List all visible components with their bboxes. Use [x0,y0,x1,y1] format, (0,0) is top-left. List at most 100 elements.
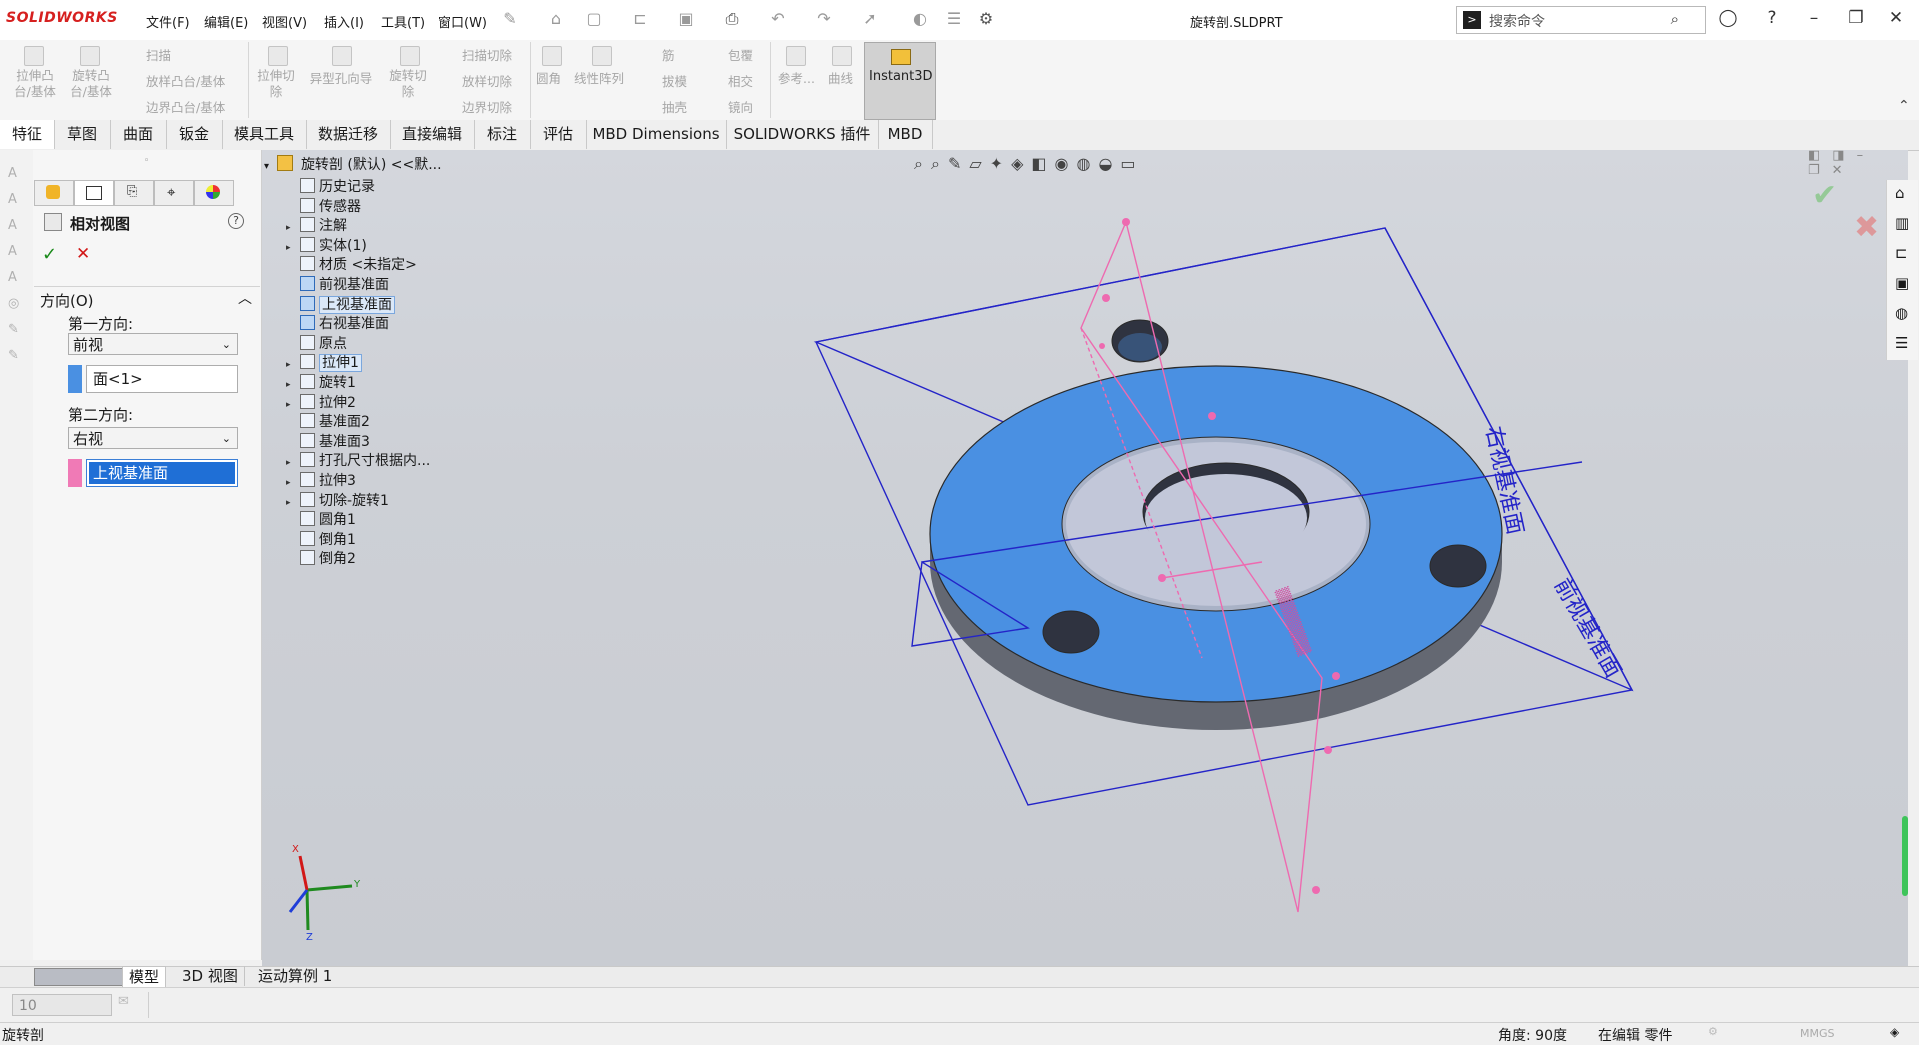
ok-checkmark-button[interactable]: ✓ [42,244,57,265]
shell-button[interactable]: 抽壳 [662,97,687,116]
pm-tab-configuration[interactable]: ⎘ [114,180,154,206]
dynamic-annotation-icon[interactable]: ✦ [990,154,1011,173]
previous-view-icon[interactable]: ✎ [948,154,969,173]
view-settings-icon[interactable]: ▭ [1120,154,1143,173]
reference-geometry-button[interactable]: 参考... [778,68,815,87]
close-window-button[interactable]: ✕ [1884,8,1908,28]
pm-tab-display[interactable] [194,180,234,206]
viewport-restore-icon[interactable]: ❐ [1808,163,1832,178]
intersect-button[interactable]: 相交 [728,71,753,90]
graphics-area[interactable]: ▒▒▒▒▒▒▒ 右视基准面 前视基准面 X Y Z ⌕⌕✎▱✦◈◧◉◍◒▭ ◧◨… [262,148,1918,966]
redo-icon[interactable]: ↷ [814,9,834,29]
rebuild-icon[interactable]: ◐ [910,9,930,29]
menu-tools[interactable]: 工具(T) [381,12,425,31]
zoom-value-select[interactable]: 10 [12,994,112,1016]
sketch-tool-icon[interactable]: A [8,218,17,233]
tab-surfaces[interactable]: 曲面 [110,120,167,149]
confirm-corner-cancel-icon[interactable]: ✖ [1854,210,1879,245]
collapse-section-icon[interactable]: ︿ [238,288,252,308]
loft-button[interactable]: 放样凸台/基体 [146,71,225,90]
cancel-x-button[interactable]: ✕ [76,244,90,264]
tree-item-chamfer2[interactable]: 倒角2 [286,548,486,570]
undo-icon[interactable]: ↶ [768,9,788,29]
sketch-tool-icon[interactable]: ✎ [8,322,19,337]
search-icon[interactable]: ⌕ [1671,10,1679,28]
open-icon[interactable]: ⊏ [630,9,650,29]
view-palette-icon[interactable]: ▣ [1895,274,1909,292]
revolve-cut-button[interactable]: 旋转切除 [386,68,430,100]
viewport-next-icon[interactable]: ◨ [1832,148,1856,163]
tab-scroll-buttons[interactable] [34,968,124,986]
help-icon[interactable]: ? [1760,8,1784,28]
restore-button[interactable]: ❐ [1844,8,1868,28]
status-units[interactable]: MMGS [1800,1027,1835,1040]
display-style-icon[interactable]: ◧ [1031,154,1054,173]
menu-edit[interactable]: 编辑(E) [204,12,248,31]
sketch-tool-icon[interactable]: A [8,166,17,181]
tab-mbd-dimensions[interactable]: MBD Dimensions [586,120,727,149]
tab-evaluate[interactable]: 评估 [530,120,587,149]
help-icon[interactable]: ? [228,213,244,229]
select-icon[interactable]: ➚ [860,9,880,29]
viewport-window-controls[interactable]: ◧◨– ❐✕ [1808,148,1908,178]
tab-sheet-metal[interactable]: 钣金 [166,120,223,149]
hide-show-icon[interactable]: ◉ [1055,154,1077,173]
user-icon[interactable]: ◯ [1716,8,1740,28]
linear-pattern-button[interactable]: 线性阵列 [574,68,624,87]
menu-file[interactable]: 文件(F) [146,12,190,31]
second-face-selection-box[interactable]: 上视基准面 [86,459,238,487]
extrude-cut-button[interactable]: 拉伸切除 [254,68,298,100]
search-input[interactable]: 搜索命令 [1489,11,1545,31]
sketch-tool-icon[interactable]: A [8,244,17,259]
tab-mold-tools[interactable]: 模具工具 [222,120,307,149]
tab-motion-study[interactable]: 运动算例 1 [252,966,338,986]
menu-view[interactable]: 视图(V) [262,12,307,31]
resources-icon[interactable]: ▥ [1895,214,1909,232]
tab-data-migration[interactable]: 数据迁移 [306,120,391,149]
first-face-selection-box[interactable]: 面<1> [86,365,238,393]
customize-status-icon[interactable]: ◈ [1890,1025,1899,1039]
edit-appearance-icon[interactable]: ◍ [1076,154,1098,173]
rib-button[interactable]: 筋 [662,45,675,64]
instant3d-button[interactable]: Instant3D [864,42,936,120]
collapse-ribbon-icon[interactable]: ⌃ [1898,98,1910,114]
extrude-boss-button[interactable]: 拉伸凸台/基体 [10,68,60,100]
new-document-icon[interactable]: ▢ [584,9,604,29]
tab-sketch[interactable]: 草图 [54,120,111,149]
home-icon[interactable]: ⌂ [1895,184,1905,202]
home-icon[interactable]: ⌂ [546,9,566,29]
hole-wizard-button[interactable]: 异型孔向导 [306,68,376,87]
solidworks-logo[interactable]: SOLIDWORKS [6,10,118,26]
comment-icon[interactable]: ✉ [118,994,129,1009]
panel-handle-icon[interactable]: ◦ [144,156,149,166]
tab-direct-editing[interactable]: 直接编辑 [390,120,475,149]
fillet-button[interactable]: 圆角 [536,68,561,87]
wrap-button[interactable]: 包覆 [728,45,753,64]
appearances-icon[interactable]: ◍ [1895,304,1908,322]
confirm-corner-check-icon[interactable]: ✔ [1812,178,1837,213]
tree-root[interactable]: ▾ 旋转剖 (默认) <<默... [264,154,454,176]
mirror-button[interactable]: 镜向 [728,97,753,116]
tab-solidworks-addins[interactable]: SOLIDWORKS 插件 [726,120,879,149]
revolve-boss-button[interactable]: 旋转凸台/基体 [66,68,116,100]
custom-properties-icon[interactable]: ☰ [1895,334,1908,352]
rebuild-indicator-icon[interactable]: ⚙ [1708,1025,1718,1038]
heads-up-view-toolbar[interactable]: ⌕⌕✎▱✦◈◧◉◍◒▭ [914,154,1144,174]
apply-scene-icon[interactable]: ◒ [1098,154,1120,173]
second-direction-select[interactable]: 右视 ⌄ [68,427,238,449]
file-explorer-icon[interactable]: ⊏ [1895,244,1908,262]
boundary-boss-button[interactable]: 边界凸台/基体 [146,97,225,116]
view-orientation-icon[interactable]: ◈ [1011,154,1031,173]
sweep-button[interactable]: 扫描 [146,45,171,64]
sketch-tool-icon[interactable]: A [8,192,17,207]
sketch-tool-icon[interactable]: A [8,270,17,285]
pm-tab-dimxpert[interactable]: ⌖ [154,180,194,206]
swept-cut-button[interactable]: 扫描切除 [462,45,512,64]
tab-model[interactable]: 模型 [122,966,167,988]
viewport-minimize-icon[interactable]: – [1857,148,1876,163]
sketch-tool-icon[interactable]: ◎ [8,296,19,311]
boundary-cut-button[interactable]: 边界切除 [462,97,512,116]
section-view-icon[interactable]: ▱ [969,154,989,173]
pin-icon[interactable]: ✎ [500,9,520,29]
zoom-area-icon[interactable]: ⌕ [931,154,948,173]
